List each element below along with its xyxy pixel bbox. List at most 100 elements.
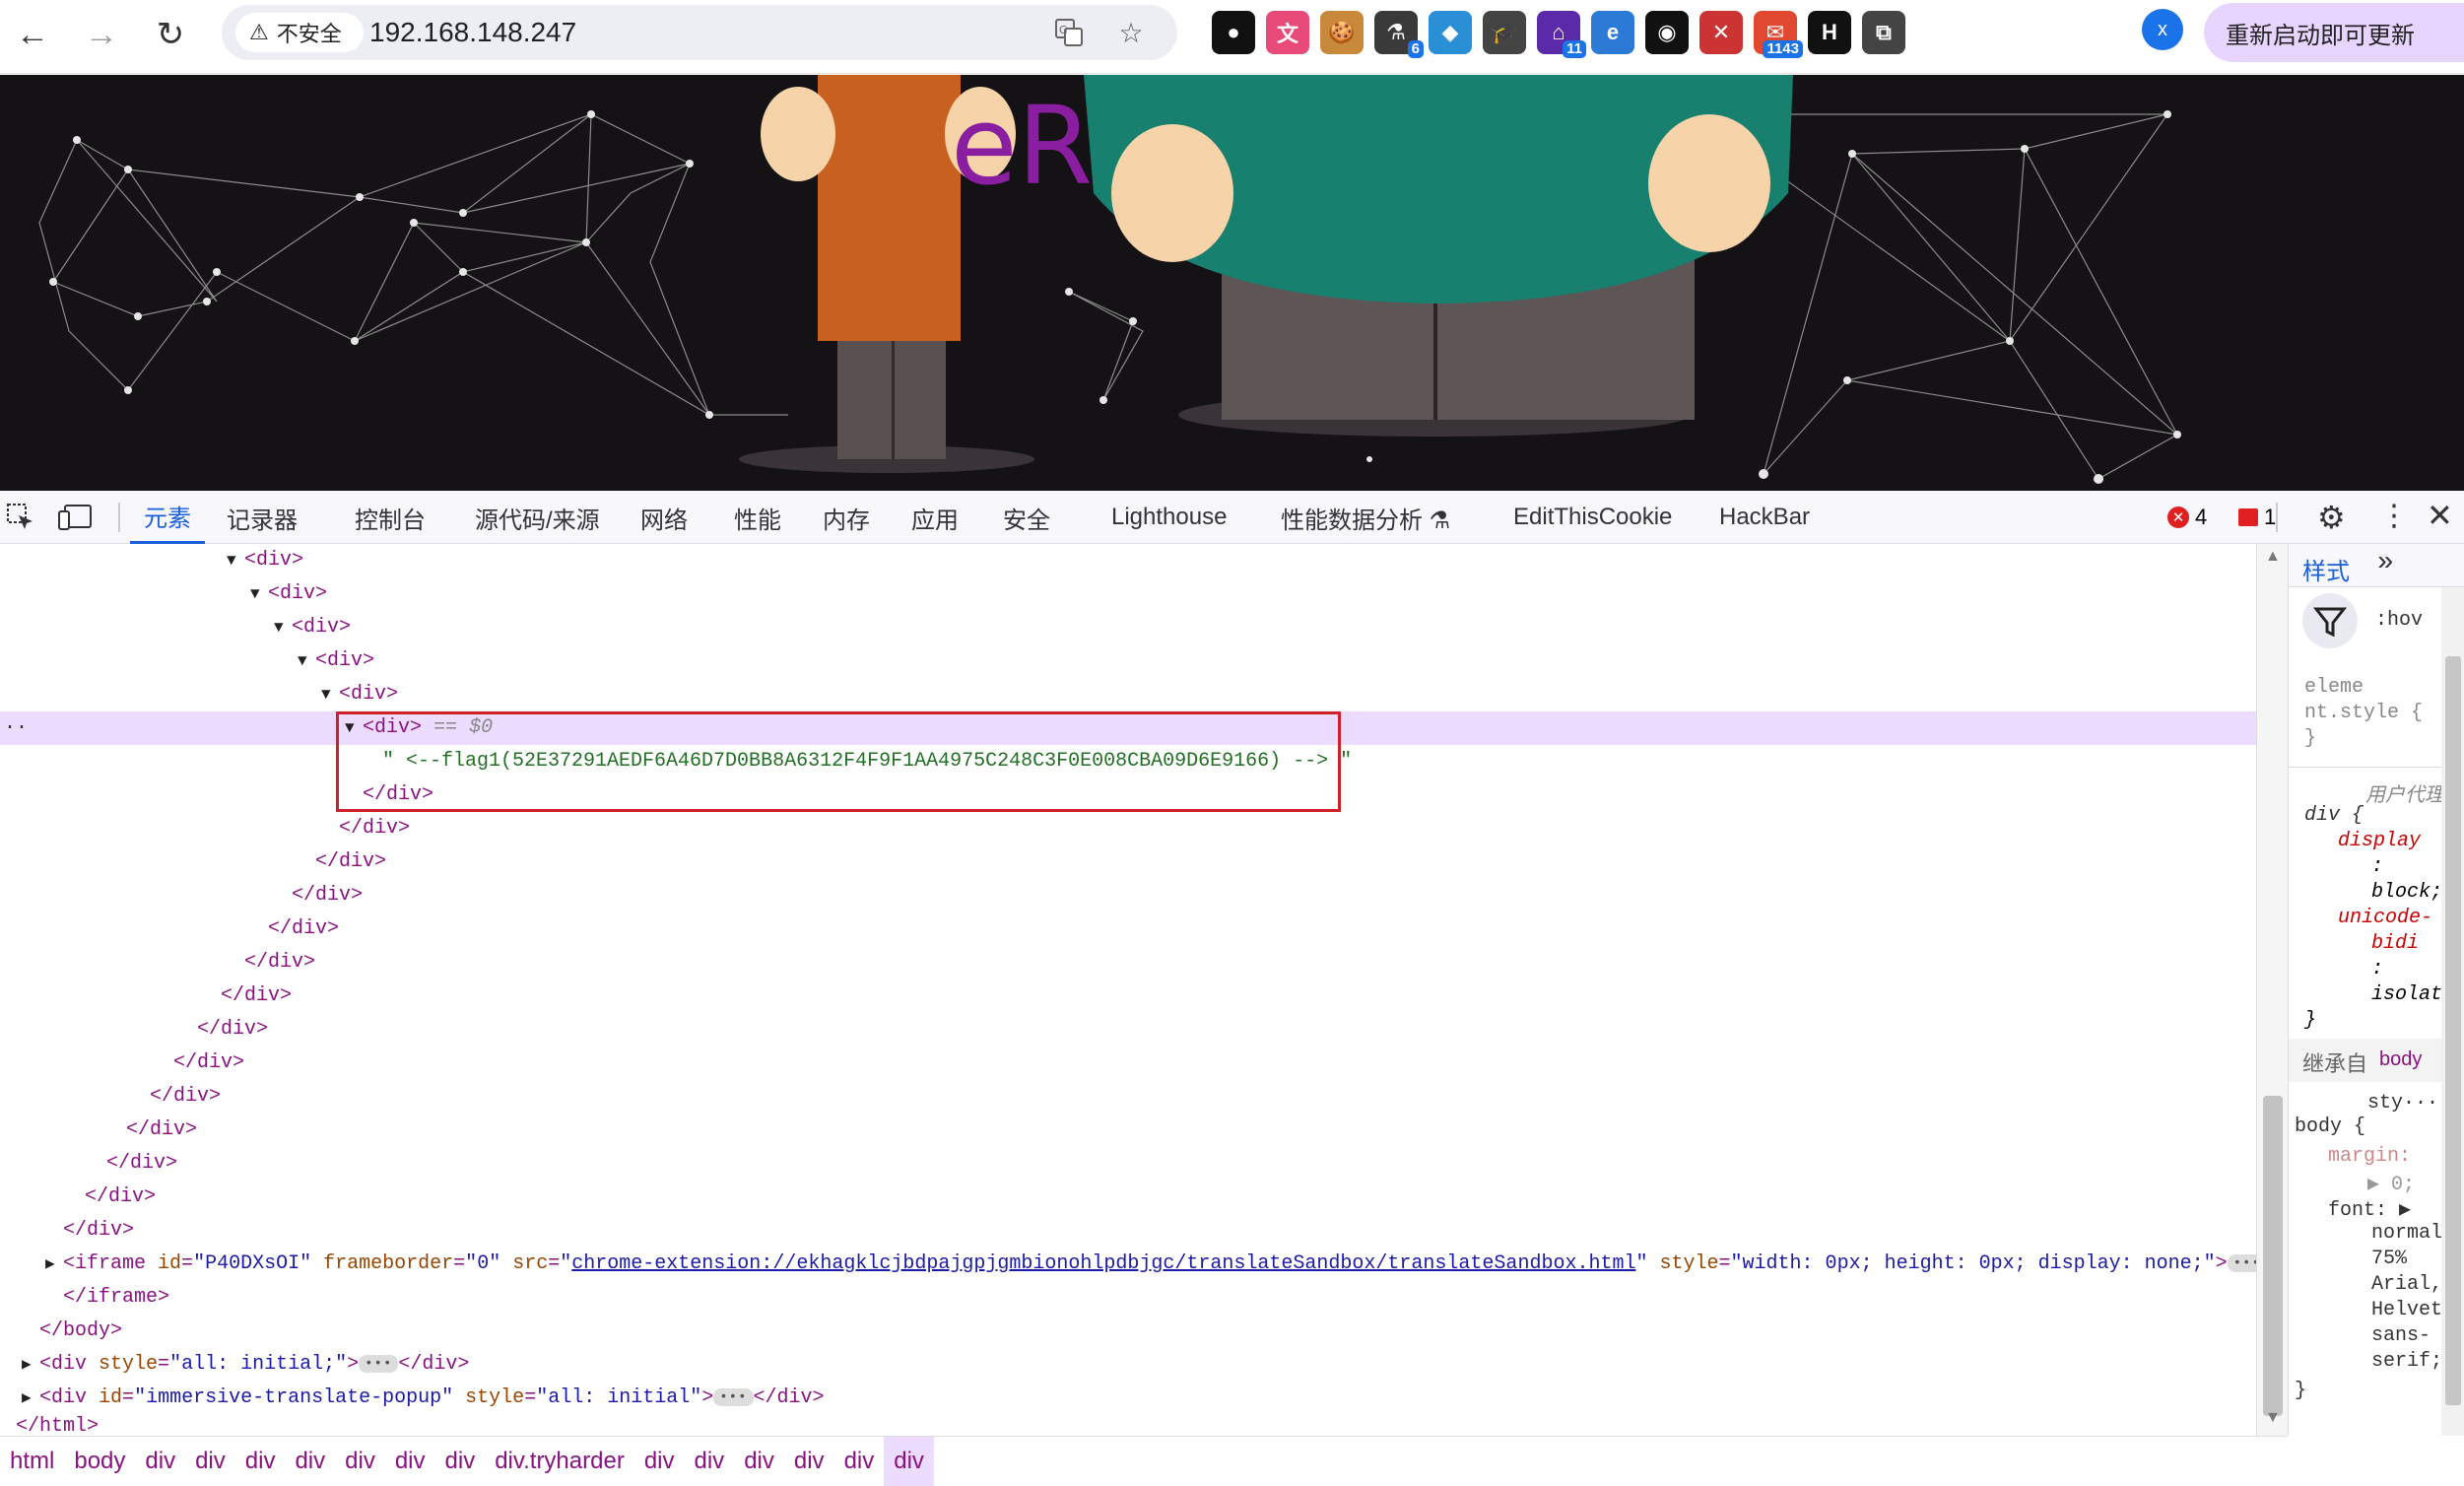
- url-text[interactable]: 192.168.148.247: [369, 17, 576, 48]
- mail-ext-icon[interactable]: ✉ 1143: [1754, 11, 1803, 58]
- hackbar-icon[interactable]: H: [1808, 11, 1851, 54]
- extension-6-icon[interactable]: ⚗ 6: [1374, 11, 1424, 58]
- dom-node-translate-popup[interactable]: ▶ <div id="immersive-translate-popup" sty…: [22, 1382, 2278, 1415]
- dom-close-div[interactable]: </div>: [315, 845, 2464, 879]
- devtools-tab[interactable]: HackBar: [1719, 491, 1810, 544]
- bookmark-star-icon[interactable]: ☆: [1113, 15, 1149, 50]
- devtools-tab[interactable]: 性能数据分析 ⚗: [1281, 491, 1450, 544]
- breadcrumb-item[interactable]: div: [834, 1437, 885, 1486]
- devtools-tab[interactable]: Lighthouse: [1111, 491, 1227, 544]
- record-icon[interactable]: ●: [1212, 11, 1255, 54]
- dom-node-div[interactable]: ▼ <div>: [227, 544, 2464, 577]
- devtools-tab[interactable]: 网络: [640, 491, 688, 544]
- filter-icon[interactable]: [2302, 593, 2358, 648]
- prop-colon: :: [2371, 855, 2384, 878]
- address-bar[interactable]: ⚠ 不安全 192.168.148.247 G ☆: [222, 5, 1177, 60]
- forward-icon[interactable]: →: [77, 10, 126, 59]
- devtools-tab[interactable]: 安全: [1003, 491, 1050, 544]
- devtools-tab[interactable]: 元素: [130, 491, 205, 544]
- dom-node-div[interactable]: ▼ <div>: [298, 644, 2464, 678]
- elements-scrollbar[interactable]: ▲ ▼: [2256, 544, 2288, 1436]
- dom-close-body[interactable]: </body>: [39, 1315, 2296, 1348]
- dom-close-div[interactable]: </div>: [339, 812, 2464, 845]
- expand-ellipsis[interactable]: •••: [359, 1354, 399, 1373]
- dom-close-iframe[interactable]: </iframe>: [63, 1281, 2319, 1315]
- security-chip[interactable]: ⚠ 不安全: [235, 13, 364, 52]
- breadcrumb-item[interactable]: div: [135, 1437, 185, 1486]
- styles-scrollbar[interactable]: [2441, 587, 2464, 1436]
- expand-ellipsis[interactable]: •••: [713, 1387, 754, 1406]
- dom-node-iframe[interactable]: ▶ <iframe id="P40DXsOI" frameborder="0" s…: [45, 1248, 2301, 1281]
- breadcrumb-item[interactable]: div: [884, 1436, 934, 1486]
- back-icon[interactable]: ←: [8, 10, 57, 59]
- dom-close-div[interactable]: </div>: [106, 1147, 2363, 1181]
- scroll-down-icon[interactable]: ▼: [2265, 1409, 2281, 1427]
- dom-close-div[interactable]: </div>: [173, 1047, 2430, 1080]
- stylesheet-link[interactable]: sty···: [2367, 1092, 2438, 1114]
- dom-close-div[interactable]: </div>: [85, 1181, 2341, 1214]
- translate-extension-icon[interactable]: 文: [1266, 11, 1309, 54]
- prop-margin: margin:: [2328, 1145, 2412, 1168]
- shield-ext-icon[interactable]: ◆: [1429, 11, 1472, 54]
- profile-avatar[interactable]: x: [2142, 9, 2183, 50]
- close-red-ext-icon[interactable]: ✕: [1699, 11, 1743, 54]
- dom-node-div[interactable]: ▼ <div>: [274, 611, 2464, 644]
- more-options-icon[interactable]: ⋮: [2379, 499, 2409, 533]
- close-devtools-icon[interactable]: ✕: [2427, 497, 2453, 534]
- user-agent-label: 用户代理: [2365, 782, 2444, 806]
- breadcrumb-item[interactable]: div: [634, 1437, 685, 1486]
- issue-counter[interactable]: 1: [2238, 503, 2276, 532]
- devtools-tab[interactable]: 性能: [734, 491, 781, 544]
- devtools-tab[interactable]: 源代码/来源: [475, 491, 600, 544]
- breadcrumb-item[interactable]: div: [385, 1437, 435, 1486]
- breadcrumb-item[interactable]: div: [784, 1437, 834, 1486]
- update-button[interactable]: 重新启动即可更新: [2204, 3, 2464, 62]
- inspect-element-icon[interactable]: [6, 503, 35, 532]
- devtools-tab[interactable]: 控制台: [355, 491, 426, 544]
- breadcrumb-item[interactable]: div: [285, 1437, 335, 1486]
- iframe-src-link[interactable]: chrome-extension://ekhagklcjbdpajgpjgmbi…: [571, 1252, 1635, 1275]
- devtools-tab[interactable]: EditThisCookie: [1513, 491, 1672, 544]
- breadcrumb-item[interactable]: div: [734, 1437, 784, 1486]
- hover-state-toggle[interactable]: :hov: [2375, 609, 2423, 632]
- dom-close-div[interactable]: </div>: [244, 946, 2464, 979]
- extension-badge: 6: [1407, 40, 1424, 58]
- scrollbar-thumb[interactable]: [2263, 1096, 2283, 1416]
- error-counter[interactable]: ✕ 4: [2167, 503, 2207, 532]
- dom-node-div[interactable]: ▼ <div>: [321, 678, 2464, 711]
- dom-close-div[interactable]: </div>: [63, 1214, 2319, 1248]
- dom-close-div[interactable]: </div>: [126, 1114, 2382, 1147]
- breadcrumb-item[interactable]: div: [335, 1437, 385, 1486]
- more-tabs-chevron-icon[interactable]: »: [2377, 548, 2394, 578]
- dom-close-div[interactable]: </div>: [268, 912, 2464, 946]
- device-toolbar-icon[interactable]: [57, 503, 93, 532]
- devtools-tab[interactable]: 记录器: [227, 491, 298, 544]
- graduation-cap-icon[interactable]: 🎓: [1483, 11, 1526, 54]
- breadcrumb-item[interactable]: body: [64, 1437, 135, 1486]
- breadcrumb-item[interactable]: div: [185, 1437, 235, 1486]
- mask-icon[interactable]: ◉: [1645, 11, 1689, 54]
- breadcrumb-item[interactable]: div: [235, 1437, 286, 1486]
- breadcrumb-item[interactable]: html: [0, 1437, 64, 1486]
- styles-tab[interactable]: 样式: [2302, 552, 2350, 586]
- dom-close-div[interactable]: </div>: [150, 1080, 2406, 1114]
- cookie-icon[interactable]: 🍪: [1320, 11, 1364, 54]
- devtools-tab[interactable]: 内存: [823, 491, 870, 544]
- prop-unicode-bidi: unicode-: [2338, 907, 2433, 929]
- dom-close-div[interactable]: </div>: [221, 979, 2464, 1013]
- dom-close-div[interactable]: </div>: [197, 1013, 2453, 1047]
- dom-node-div-all-initial[interactable]: ▶ <div style="all: initial;"> ••• </div>: [22, 1348, 2278, 1382]
- dom-close-div[interactable]: </div>: [292, 879, 2464, 912]
- dom-node-div[interactable]: ▼ <div>: [250, 577, 2464, 611]
- settings-gear-icon[interactable]: ⚙: [2317, 499, 2346, 536]
- breadcrumb-item[interactable]: div: [685, 1437, 735, 1486]
- scroll-up-icon[interactable]: ▲: [2265, 548, 2281, 566]
- devtools-tab[interactable]: 应用: [911, 491, 959, 544]
- puzzle-icon[interactable]: ⧉: [1862, 11, 1905, 54]
- extension-11-icon[interactable]: ⌂ 11: [1537, 11, 1586, 58]
- ie-icon[interactable]: e: [1591, 11, 1634, 54]
- translate-page-icon[interactable]: G: [1051, 15, 1087, 50]
- breadcrumb-item[interactable]: div: [435, 1437, 486, 1486]
- breadcrumb-item[interactable]: div.tryharder: [485, 1437, 634, 1486]
- reload-icon[interactable]: ↻: [146, 10, 195, 59]
